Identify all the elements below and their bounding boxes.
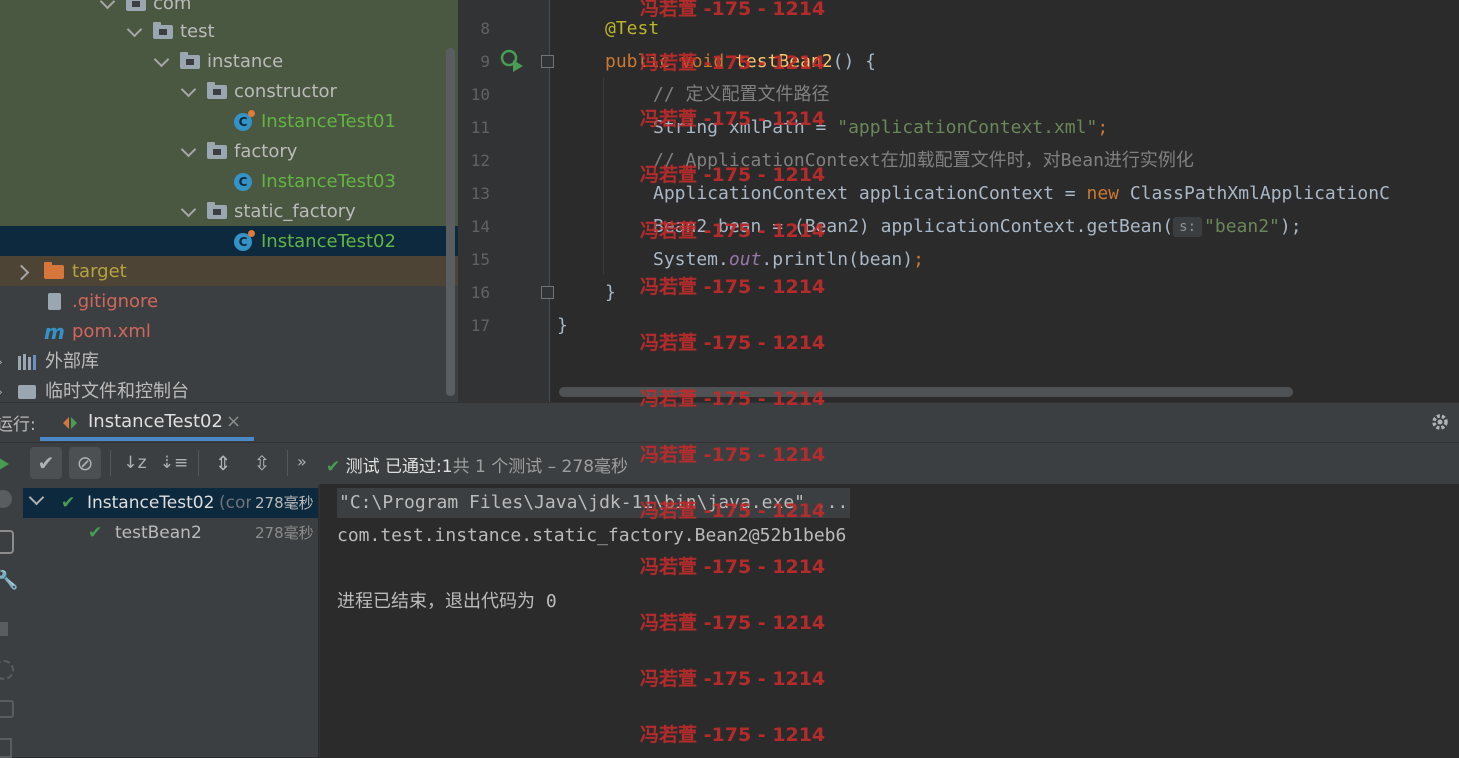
watermark: 冯若萱 -175 - 1214 [640, 500, 826, 522]
folder-icon [207, 82, 227, 99]
watermark: 冯若萱 -175 - 1214 [640, 0, 826, 20]
line-number: 14 [470, 217, 490, 236]
sort-alphabetically-icon[interactable]: ↓z [119, 447, 151, 479]
line-number: 11 [470, 118, 490, 137]
line-number: 12 [470, 151, 490, 170]
test-case-row[interactable]: ✔ testBean2 278毫秒 [23, 518, 318, 548]
exit-icon[interactable] [0, 738, 12, 758]
folder-icon [44, 262, 64, 279]
toolbar-separator [287, 450, 288, 476]
watermark: 冯若萱 -175 - 1214 [640, 164, 826, 186]
console-line: 进程已结束，退出代码为 0 [337, 591, 557, 612]
scratch-icon [18, 385, 36, 399]
watermark: 冯若萱 -175 - 1214 [640, 556, 826, 578]
class-icon: C [234, 110, 255, 131]
gear-icon[interactable] [1430, 412, 1450, 432]
test-config-icon [63, 417, 77, 429]
watermark: 冯若萱 -175 - 1214 [640, 108, 826, 130]
parameter-hint: s: [1173, 217, 1203, 237]
run-tab[interactable]: InstanceTest02 × [58, 408, 254, 438]
file-icon [48, 293, 61, 310]
folder-icon [207, 202, 227, 219]
watermark: 冯若萱 -175 - 1214 [640, 332, 826, 354]
watermark: 冯若萱 -175 - 1214 [640, 444, 826, 466]
watermark: 冯若萱 -175 - 1214 [640, 668, 826, 690]
watermark: 冯若萱 -175 - 1214 [640, 220, 826, 242]
line-number: 8 [480, 19, 490, 38]
expand-all-icon[interactable]: ⇕ [207, 447, 239, 479]
code-line-16: } [605, 282, 616, 303]
stop-icon[interactable] [0, 622, 8, 636]
library-icon [18, 354, 38, 370]
folder-icon [207, 142, 227, 159]
more-actions-icon[interactable]: » [297, 452, 307, 471]
fold-marker-icon[interactable] [541, 55, 554, 68]
tree-scrollbar[interactable] [446, 48, 455, 396]
debug-icon[interactable] [0, 530, 14, 554]
folder-icon [126, 0, 146, 11]
close-tab-icon[interactable]: × [226, 411, 241, 432]
watermark: 冯若萱 -175 - 1214 [640, 388, 826, 410]
collapse-all-icon[interactable]: ⇳ [246, 447, 278, 479]
folder-icon [180, 52, 200, 69]
watermark: 冯若萱 -175 - 1214 [640, 276, 826, 298]
rerun-icon[interactable] [0, 455, 10, 473]
run-label: 运行: [0, 415, 36, 435]
sort-by-duration-icon[interactable]: ⇣≡ [158, 447, 190, 479]
watermark: 冯若萱 -175 - 1214 [640, 52, 826, 74]
code-line-17: } [557, 315, 568, 336]
passed-check-icon: ✔ [326, 457, 341, 477]
wrench-icon[interactable]: 🔧 [0, 570, 18, 591]
folder-icon [153, 22, 173, 39]
line-number: 9 [480, 52, 490, 71]
toolbar-separator [110, 450, 111, 476]
passed-check-icon: ✔ [61, 493, 76, 513]
line-number: 16 [470, 283, 490, 302]
toolbar-separator [198, 450, 199, 476]
line-number: 15 [470, 250, 490, 269]
run-test-icon[interactable] [500, 49, 526, 73]
test-status-summary: ✔ 测试 已通过:1共 1 个测试 – 278毫秒 [326, 457, 629, 477]
show-ignored-toggle[interactable]: ⊘ [69, 447, 101, 479]
class-icon: C [234, 230, 255, 251]
watermark: 冯若萱 -175 - 1214 [640, 724, 826, 746]
camera-icon[interactable] [0, 700, 14, 718]
indent-guide [603, 78, 604, 274]
line-number: 13 [470, 184, 490, 203]
console-line: com.test.instance.static_factory.Bean2@5… [337, 525, 847, 546]
chevron-right-icon[interactable]: › [0, 347, 3, 377]
line-number: 10 [470, 85, 490, 104]
watermark: 冯若萱 -175 - 1214 [640, 612, 826, 634]
excluded-row-highlight [0, 256, 458, 286]
test-suite-row[interactable]: ✔ InstanceTest02 (cor 278毫秒 [23, 488, 318, 518]
fold-marker-icon[interactable] [541, 286, 554, 299]
active-tab-underline [40, 437, 254, 441]
class-icon: C [234, 173, 252, 191]
passed-check-icon: ✔ [88, 523, 103, 543]
chevron-down-icon[interactable] [28, 489, 45, 506]
show-passed-toggle[interactable]: ✔ [30, 447, 62, 479]
maven-icon: m [44, 320, 65, 344]
line-number: 17 [470, 316, 490, 335]
